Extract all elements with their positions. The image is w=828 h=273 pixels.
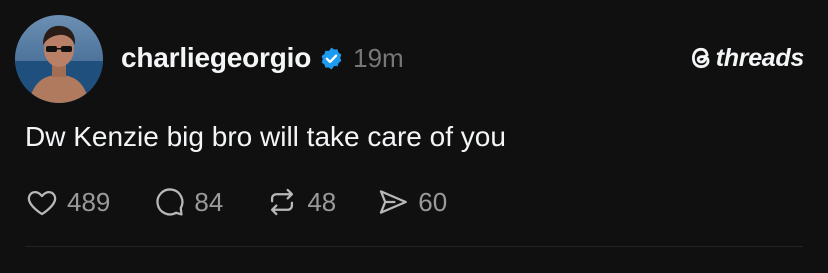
repost-count: 48 [307,186,337,217]
avatar[interactable] [15,15,103,103]
threads-brand: threads [688,42,804,74]
comment-bubble-icon [156,188,184,216]
username[interactable]: charliegeorgio [121,42,311,74]
reply-count: 84 [194,186,224,217]
like-count: 489 [67,186,111,217]
post-timestamp: 19m [353,42,404,73]
send-icon [380,190,408,214]
post-actions: 489 84 48 60 [25,184,447,220]
threads-logo-icon [691,47,710,69]
repost-button[interactable]: 48 [265,185,336,219]
share-button[interactable]: 60 [376,185,447,219]
post-divider [25,246,803,247]
brand-name: threads [715,43,805,72]
heart-icon [27,190,57,216]
verified-badge-icon [321,47,342,69]
post-body-text: Dw Kenzie big bro will take care of you [25,121,506,152]
repost-icon [271,188,294,216]
like-button[interactable]: 489 [25,185,110,219]
avatar-photo [15,15,103,103]
share-count: 60 [418,186,448,217]
post-header: charliegeorgio 19m [121,40,404,76]
reply-button[interactable]: 84 [152,185,223,219]
